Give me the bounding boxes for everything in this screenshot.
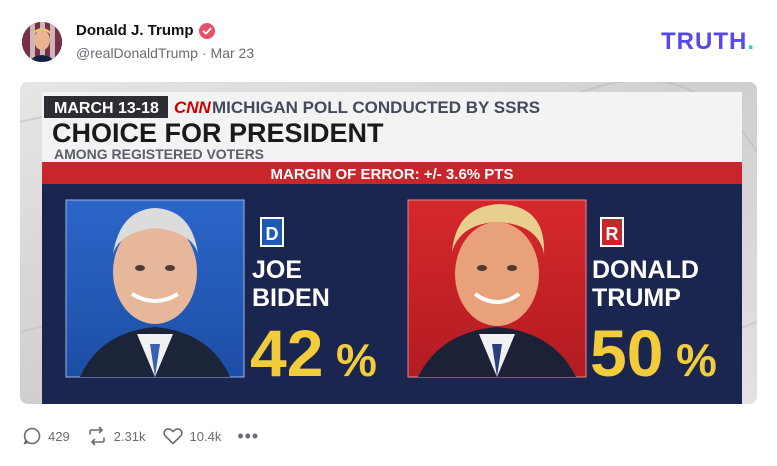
biden-last-name: BIDEN <box>252 284 330 312</box>
trump-last-name: TRUMP <box>592 284 681 312</box>
author-handle[interactable]: @realDonaldTrump <box>76 45 198 61</box>
author-name[interactable]: Donald J. Trump <box>76 22 215 39</box>
retruth-icon <box>88 426 105 446</box>
poll-subtitle: MICHIGAN POLL CONDUCTED BY SSRS <box>212 98 540 117</box>
author-meta: @realDonaldTrump · Mar 23 <box>76 45 254 61</box>
trump-photo <box>407 199 587 378</box>
reply-button[interactable]: 429 <box>22 426 70 446</box>
retruth-button[interactable]: 2.31k <box>86 426 146 446</box>
trump-first-name: DONALD <box>592 256 699 284</box>
retruth-count: 2.31k <box>113 428 146 444</box>
biden-first-name: JOE <box>252 256 302 284</box>
poll-population: AMONG REGISTERED VOTERS <box>54 146 264 162</box>
like-button[interactable]: 10.4k <box>162 426 222 446</box>
democrat-badge-label: D <box>266 224 279 244</box>
biden-percent-value: 42 <box>250 316 323 390</box>
biden-photo <box>65 199 245 378</box>
author-name-text[interactable]: Donald J. Trump <box>76 22 194 39</box>
avatar[interactable] <box>22 22 62 62</box>
post-date[interactable]: Mar 23 <box>211 45 255 61</box>
trump-percent-sign: % <box>676 334 717 386</box>
meta-separator: · <box>201 45 207 61</box>
margin-of-error: MARGIN OF ERROR: +/- 3.6% PTS <box>271 166 514 183</box>
republican-badge-label: R <box>606 224 619 244</box>
verified-badge-icon <box>198 22 215 39</box>
reply-icon <box>23 427 41 445</box>
poll-graphic: MARCH 13-18 CNN MICHIGAN POLL CONDUCTED … <box>20 82 757 404</box>
post-header: Donald J. Trump @realDonaldTrump · Mar 2… <box>0 0 777 80</box>
post-media-image[interactable]: MARCH 13-18 CNN MICHIGAN POLL CONDUCTED … <box>20 82 757 404</box>
avatar-image <box>22 22 62 62</box>
post-actions: 429 2.31k 10.4k ••• <box>22 424 259 448</box>
poll-title: CHOICE FOR PRESIDENT <box>52 118 384 148</box>
biden-percent-sign: % <box>336 334 377 386</box>
truth-logo[interactable]: TRUTH. <box>661 28 755 56</box>
more-options-icon[interactable]: ••• <box>237 426 259 447</box>
cnn-logo: CNN <box>174 98 212 117</box>
reply-count: 429 <box>48 428 70 444</box>
truth-logo-dot: . <box>747 28 755 55</box>
trump-percent-value: 50 <box>590 316 663 390</box>
heart-icon <box>162 428 183 445</box>
truth-logo-text: TRUTH <box>661 28 748 55</box>
poll-dates: MARCH 13-18 <box>54 100 159 117</box>
like-count: 10.4k <box>189 428 222 444</box>
